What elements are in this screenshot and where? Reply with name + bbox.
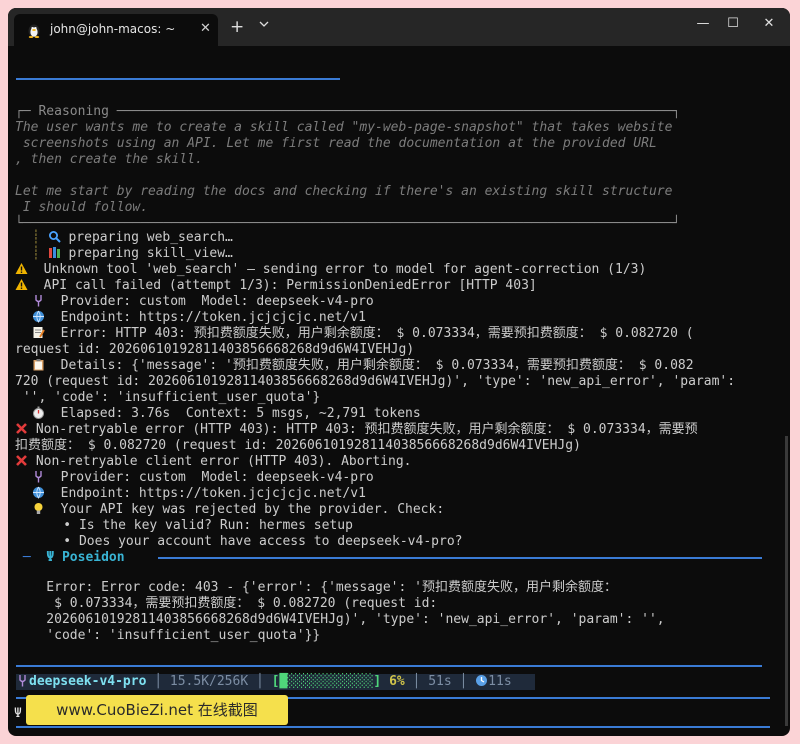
title-bar: john@john-macos: ~ ✕ + — ☐ ✕ [8,8,790,46]
log-error: Non-retryable error (HTTP 403): HTTP 403… [15,422,698,438]
light-bulb-icon [34,503,43,514]
magnifier-icon [48,231,61,243]
warning-icon [15,279,28,290]
stopwatch-icon [33,406,44,419]
log-line: Provider: custom Model: deepseek-v4-pro [32,470,374,486]
log-line: '', 'code': 'insufficient_user_quota'} [15,390,321,405]
progress-close: ] [373,674,382,689]
log-text: Non-retryable error (HTTP 403): HTTP 403… [28,422,698,437]
timer-clock-icon [476,675,488,686]
poseidon-name: Ψ Poseidon [46,550,125,565]
log-text: Error: HTTP 403: 预扣费额度失败，用户剩余额度： $ 0.073… [45,326,694,341]
maximize-button[interactable]: ☐ [721,16,745,31]
scrollbar[interactable] [785,436,788,726]
input-bottom-rule [16,726,770,728]
log-text: Endpoint: https://token.jcjcjcjc.net/v1 [45,310,366,325]
log-warning: API call failed (attempt 1/3): Permissio… [15,278,537,294]
log-text: Unknown tool 'web_search' — sending erro… [28,262,647,277]
reasoning-line: screenshots using an API. Let me first r… [15,136,657,151]
reasoning-line: , then create the skill. [15,152,203,167]
globe-icon [33,310,44,323]
progress-bar: █░░░░░░░░░░░ [279,674,374,689]
poseidon-header: ─ Ψ Poseidon [15,550,125,566]
log-text: Provider: custom Model: deepseek-v4-pro [45,470,374,485]
tool-line: ┊ preparing web_search… [32,230,233,245]
cross-mark-icon [16,455,27,466]
log-line: Elapsed: 3.76s Context: 5 msgs, ~2,791 t… [32,406,421,422]
new-tab-button[interactable]: + [230,17,244,37]
terminal-content[interactable]: ┌─ Reasoning ───────────────────────────… [8,46,790,736]
status-separator-glyph: │ [404,674,429,689]
log-line: • Is the key valid? Run: hermes setup [32,518,353,533]
tuning-fork-icon [19,675,26,687]
status-model: deepseek-v4-pro [29,674,147,689]
log-line: request id: 20260610192811403856668268d9… [15,342,415,357]
tuning-fork-icon [35,471,42,483]
log-text: API call failed (attempt 1/3): Permissio… [28,278,537,293]
tab-title: john@john-macos: ~ [50,22,176,36]
reasoning-line: Let me start by reading the docs and che… [15,184,673,199]
memo-icon [33,327,45,338]
log-line: Endpoint: https://token.jcjcjcjc.net/v1 [32,486,366,502]
tool-text: preparing web_search… [68,230,233,245]
status-timer: 11s [488,674,512,689]
log-text: Details: {'message': '预扣费额度失败，用户剩余额度： $ … [45,358,694,373]
poseidon-prefix: ─ [15,550,47,565]
log-text: Endpoint: https://token.jcjcjcjc.net/v1 [45,486,366,501]
progress-percent: 6% [389,674,405,689]
log-line: 720 (request id: 20260610192811403856668… [15,374,736,389]
log-line: • Does your account have access to deeps… [32,534,463,549]
tuning-fork-icon [35,295,42,307]
clipboard-icon [33,359,44,371]
tool-text: preparing skill_view… [68,246,233,261]
status-bar: deepseek-v4-pro │ 15.5K/256K │ [█░░░░░░░… [16,674,535,690]
reasoning-line: The user wants me to create a skill call… [15,120,673,135]
top-separator [16,78,340,80]
cross-mark-icon [16,423,27,434]
status-context: 15.5K/256K [169,674,249,689]
log-line: Provider: custom Model: deepseek-v4-pro [32,294,374,310]
log-line: Endpoint: https://token.jcjcjcjc.net/v1 [32,310,366,326]
status-elapsed: 51s [428,674,452,689]
poseidon-line: $ 0.073334，需要预扣费额度： $ 0.082720 (request … [15,596,438,611]
tab-terminal[interactable]: john@john-macos: ~ ✕ [14,14,218,46]
log-error: Non-retryable client error (HTTP 403). A… [15,454,412,470]
watermark: www.CuoBieZi.net 在线截图 [26,695,288,725]
reasoning-line: I should follow. [15,200,149,215]
globe-icon [33,486,44,499]
log-text: Elapsed: 3.76s Context: 5 msgs, ~2,791 t… [45,406,421,421]
tool-line: ┊ preparing skill_view… [32,246,233,261]
status-separator-glyph: │ [146,674,170,689]
prompt-symbol[interactable]: Ψ [14,706,22,722]
tab-close-icon[interactable]: ✕ [200,21,211,36]
tux-penguin-icon [28,24,40,38]
books-icon [48,247,60,258]
log-line: Details: {'message': '预扣费额度失败，用户剩余额度： $ … [32,358,694,374]
log-text: Provider: custom Model: deepseek-v4-pro [45,294,374,309]
status-separator-glyph: │ [248,674,272,689]
log-text: Non-retryable client error (HTTP 403). A… [28,454,412,469]
poseidon-line: Error: Error code: 403 - {'error': {'mes… [15,580,617,595]
close-window-button[interactable]: ✕ [757,16,781,31]
poseidon-line: 20260610192811403856668268d9d6W4IVEHJg)'… [15,612,665,627]
poseidon-rule [158,557,762,559]
poseidon-line: 'code': 'insufficient_user_quota'}} [15,628,321,643]
warning-icon [15,263,28,274]
status-separator [16,665,762,667]
log-line: 扣费额度： $ 0.082720 (request id: 2026061019… [15,438,581,453]
terminal-window: john@john-macos: ~ ✕ + — ☐ ✕ ┌─ Reasonin… [8,8,790,736]
log-line: Your API key was rejected by the provide… [32,502,444,518]
log-warning: Unknown tool 'web_search' — sending erro… [15,262,646,278]
minimize-button[interactable]: — [691,16,715,31]
log-line: Error: HTTP 403: 预扣费额度失败，用户剩余额度： $ 0.073… [32,326,694,342]
chevron-down-icon[interactable] [259,20,269,28]
status-separator-glyph: │ [451,674,476,689]
reasoning-header: ┌─ Reasoning ───────────────────────────… [15,104,681,119]
log-text: Your API key was rejected by the provide… [45,502,445,517]
